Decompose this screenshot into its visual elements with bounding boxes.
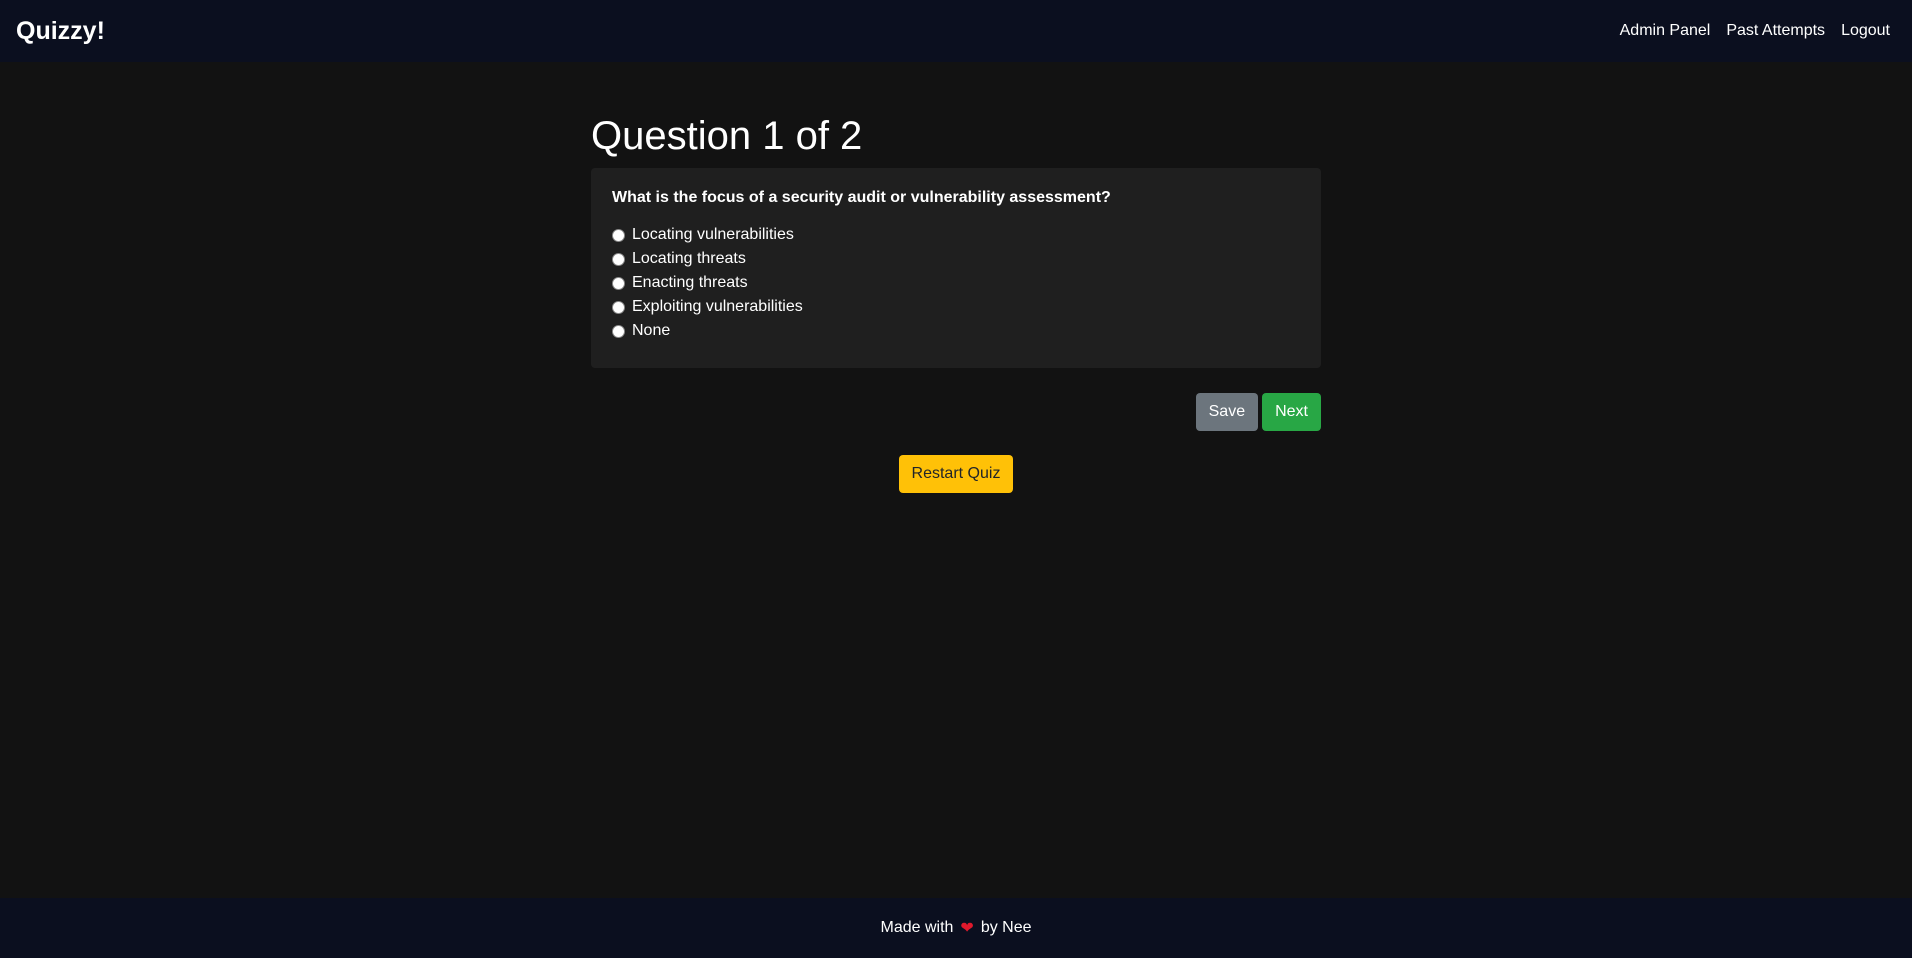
question-text: What is the focus of a security audit or…: [612, 189, 1111, 206]
footer-by: by Nee: [980, 919, 1032, 936]
nav-link-past-attempts[interactable]: Past Attempts: [1726, 19, 1825, 43]
nav-link-admin-panel[interactable]: Admin Panel: [1620, 19, 1711, 43]
save-button[interactable]: Save: [1195, 393, 1259, 431]
quiz-container: Question 1 of 2 What is the focus of a s…: [591, 108, 1321, 493]
option-4[interactable]: None: [612, 319, 1300, 343]
option-label: Exploiting vulnerabilities: [632, 298, 803, 315]
option-2[interactable]: Enacting threats: [612, 271, 1300, 295]
footer: Made with ❤ by Nee: [0, 898, 1912, 958]
next-button[interactable]: Next: [1262, 393, 1321, 431]
navbar: Quizzy! Admin Panel Past Attempts Logout: [0, 0, 1912, 62]
radio-button[interactable]: [612, 300, 625, 314]
heart-icon: ❤: [960, 920, 974, 937]
footer-made-with: Made with: [880, 919, 954, 936]
radio-button[interactable]: [612, 324, 625, 338]
radio-button[interactable]: [612, 252, 625, 266]
page-title: Question 1 of 2: [591, 114, 863, 158]
question-actions: Save Next: [591, 393, 1321, 431]
option-label: Locating threats: [632, 250, 746, 267]
question-card: What is the focus of a security audit or…: [591, 168, 1321, 368]
option-3[interactable]: Exploiting vulnerabilities: [612, 295, 1300, 319]
option-0[interactable]: Locating vulnerabilities: [612, 223, 1300, 247]
restart-quiz-button[interactable]: Restart Quiz: [898, 455, 1014, 493]
option-label: None: [632, 322, 671, 339]
nav-link-logout[interactable]: Logout: [1841, 19, 1890, 43]
restart-wrap: Restart Quiz: [591, 455, 1321, 493]
option-label: Enacting threats: [632, 274, 748, 291]
brand-logo[interactable]: Quizzy!: [16, 15, 105, 47]
page: Quizzy! Admin Panel Past Attempts Logout…: [0, 0, 1912, 958]
nav-links: Admin Panel Past Attempts Logout: [1620, 19, 1890, 43]
option-label: Locating vulnerabilities: [632, 226, 794, 243]
radio-button[interactable]: [612, 276, 625, 290]
radio-button[interactable]: [612, 228, 625, 242]
option-1[interactable]: Locating threats: [612, 247, 1300, 271]
